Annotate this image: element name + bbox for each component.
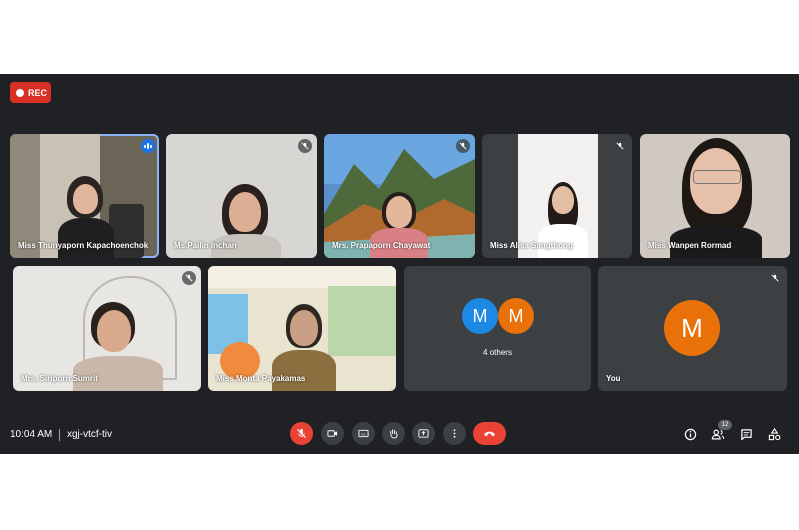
participant-tile[interactable]: Miss Monta Payakamas [208, 266, 396, 391]
video-icon [327, 430, 338, 437]
participant-avatar: M [462, 298, 498, 334]
mic-off-icon [768, 271, 782, 285]
mic-toggle-button[interactable] [290, 422, 313, 445]
bottom-toolbar: 10:04 AM xgj-vtcf-tiv CC 12 [0, 416, 799, 454]
call-end-icon [483, 431, 496, 437]
captions-button[interactable]: CC [352, 422, 375, 445]
participant-tile[interactable]: Mrs. Siriporn Sumrit [13, 266, 201, 391]
meeting-info-button[interactable] [682, 426, 698, 442]
participant-tile[interactable]: Miss Wanpen Rormad [640, 134, 790, 258]
participant-tile[interactable]: Ms.Pailin Inchan [166, 134, 317, 258]
divider [59, 429, 60, 441]
mic-off-icon [456, 139, 470, 153]
mic-off-icon [182, 271, 196, 285]
mic-off-icon [613, 139, 627, 153]
participant-avatar: M [498, 298, 534, 334]
more-options-button[interactable] [443, 422, 466, 445]
present-icon [418, 429, 429, 438]
participant-name: Mrs. Siriporn Sumrit [21, 374, 98, 383]
raise-hand-button[interactable] [382, 422, 405, 445]
activities-button[interactable] [766, 426, 782, 442]
participant-name: Miss Wanpen Rormad [648, 241, 732, 250]
self-avatar: M [664, 300, 720, 356]
hand-icon [390, 429, 398, 439]
meet-window: REC Miss Thunyaporn Kapachoenchok Ms.Pai… [0, 74, 799, 454]
closed-captions-icon: CC [358, 429, 369, 438]
participant-name: Mrs. Prapaporn Chayawat [332, 241, 431, 250]
participant-tile[interactable]: Miss Thunyaporn Kapachoenchok [10, 134, 159, 258]
self-label: You [606, 374, 621, 383]
others-count: 4 others [483, 348, 512, 357]
camera-toggle-button[interactable] [321, 422, 344, 445]
record-dot-icon [16, 88, 24, 97]
meeting-time: 10:04 AM [10, 429, 53, 440]
svg-text:CC: CC [361, 432, 367, 436]
recording-indicator: REC [10, 82, 51, 103]
people-count-badge: 12 [718, 420, 732, 430]
participant-name: Miss Thunyaporn Kapachoenchok [18, 241, 149, 250]
recording-label: REC [28, 87, 48, 98]
activities-icon [768, 427, 780, 440]
mic-off-icon [298, 139, 312, 153]
mic-off-icon [296, 428, 307, 439]
others-tile[interactable]: M M 4 others [404, 266, 591, 391]
present-screen-button[interactable] [412, 422, 435, 445]
self-tile[interactable]: M You [598, 266, 787, 391]
more-vert-icon [453, 429, 456, 438]
participant-tile[interactable]: Mrs. Prapaporn Chayawat [324, 134, 475, 258]
info-icon [684, 428, 696, 440]
participant-name: Miss Alisa Sangthong [490, 241, 573, 250]
chat-icon [740, 428, 752, 440]
leave-call-button[interactable] [473, 422, 506, 445]
participant-tile[interactable]: Miss Alisa Sangthong [482, 134, 632, 258]
speaking-indicator-icon [141, 139, 155, 153]
participant-name: Ms.Pailin Inchan [174, 241, 237, 250]
meeting-code: xgj-vtcf-tiv [67, 429, 112, 440]
chat-button[interactable] [738, 426, 754, 442]
participant-name: Miss Monta Payakamas [216, 374, 306, 383]
